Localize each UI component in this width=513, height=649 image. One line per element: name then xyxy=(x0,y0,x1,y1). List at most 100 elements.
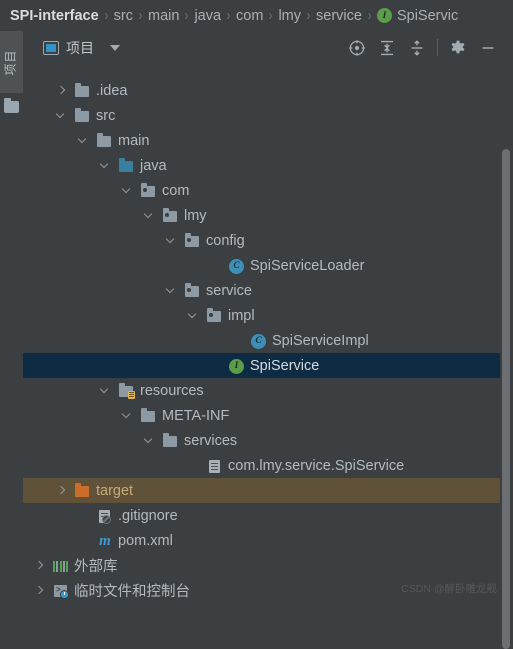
folder-icon xyxy=(74,83,91,99)
breadcrumb-item-lmy[interactable]: lmy xyxy=(278,8,301,24)
scratches-consoles-icon: > xyxy=(52,583,69,599)
expand-all-button[interactable] xyxy=(372,34,402,62)
folder-icon[interactable] xyxy=(4,98,19,113)
tree-row[interactable]: com.lmy.service.SpiService xyxy=(23,453,513,478)
chevron-down-icon[interactable] xyxy=(143,209,156,222)
breadcrumb-label: SpiServic xyxy=(396,7,459,24)
tree-row[interactable]: main xyxy=(23,128,513,153)
tree-row-label: src xyxy=(96,107,116,124)
tree-row[interactable]: META-INF xyxy=(23,403,513,428)
resource-root-folder-icon xyxy=(118,383,135,399)
toolbar-separator xyxy=(437,39,438,56)
tree-row-label: 外部库 xyxy=(74,559,118,575)
breadcrumb-item-service[interactable]: service xyxy=(316,8,362,24)
chevron-down-icon[interactable] xyxy=(99,384,112,397)
tree-row-label: resources xyxy=(140,382,204,399)
hide-button[interactable] xyxy=(473,34,503,62)
chevron-right-icon[interactable] xyxy=(33,584,46,597)
interface-icon: I xyxy=(376,8,392,23)
tree-row[interactable]: com xyxy=(23,178,513,203)
chevron-down-icon[interactable] xyxy=(121,184,134,197)
class-icon: C xyxy=(228,258,245,274)
tree-row[interactable]: .gitignore xyxy=(23,503,513,528)
class-icon: C xyxy=(250,333,267,349)
chevron-down-icon[interactable] xyxy=(77,134,90,147)
tree-row-label: SpiServiceImpl xyxy=(272,332,369,349)
tree-row-label: services xyxy=(184,432,238,449)
tree-no-toggle xyxy=(231,334,244,347)
tree-row[interactable]: C SpiServiceImpl xyxy=(23,328,513,353)
expand-all-icon xyxy=(381,40,393,55)
chevron-down-icon[interactable] xyxy=(110,44,120,51)
chevron-right-icon[interactable] xyxy=(55,484,68,497)
tool-window-tab-label: 项目 xyxy=(3,49,18,76)
tree-row[interactable]: .idea xyxy=(23,78,513,103)
tree-row-label: .idea xyxy=(96,82,128,99)
breadcrumb-label: lmy xyxy=(278,7,302,24)
chevron-down-icon[interactable] xyxy=(99,159,112,172)
tree-row[interactable]: src xyxy=(23,103,513,128)
project-view-icon xyxy=(43,40,59,55)
breadcrumb-item-java[interactable]: java xyxy=(194,8,221,24)
tree-row[interactable]: target xyxy=(23,478,513,503)
breadcrumb-label: SPI-interface xyxy=(10,7,99,24)
breadcrumb-item-main[interactable]: main xyxy=(148,8,179,24)
tree-row-label: main xyxy=(118,132,150,149)
breadcrumb-item-spi-interface[interactable]: SPI-interface xyxy=(10,8,99,24)
chevron-right-icon[interactable] xyxy=(55,84,68,97)
tree-no-toggle xyxy=(209,259,222,272)
breadcrumb-separator: › xyxy=(269,7,273,24)
chevron-down-icon[interactable] xyxy=(165,284,178,297)
folder-icon xyxy=(162,433,179,449)
tree-row[interactable]: m pom.xml xyxy=(23,528,513,553)
left-tool-strip: 项目 xyxy=(0,31,24,601)
chevron-right-icon[interactable] xyxy=(33,559,46,572)
tree-row[interactable]: impl xyxy=(23,303,513,328)
settings-button[interactable] xyxy=(443,34,473,62)
chevron-down-icon[interactable] xyxy=(143,434,156,447)
tree-row[interactable]: java xyxy=(23,153,513,178)
tree-row[interactable]: config xyxy=(23,228,513,253)
chevron-down-icon[interactable] xyxy=(55,109,68,122)
collapse-all-icon xyxy=(411,39,423,56)
maven-icon: m xyxy=(99,532,111,549)
tree-row-label: com xyxy=(162,182,190,199)
tree-row[interactable]: resources xyxy=(23,378,513,403)
tree-row-label: SpiService xyxy=(250,357,320,374)
tree-row[interactable]: service xyxy=(23,278,513,303)
breadcrumb-separator: › xyxy=(226,7,231,24)
tree-row[interactable]: 外部库 xyxy=(23,553,513,578)
breadcrumb-item-com[interactable]: com xyxy=(236,8,263,24)
external-libraries-icon xyxy=(52,558,69,574)
project-tree[interactable]: .idea src main java com lmy config C SpiServiceL… xyxy=(23,64,513,601)
tree-row[interactable]: lmy xyxy=(23,203,513,228)
folder-icon xyxy=(74,108,91,124)
tree-row-label: lmy xyxy=(184,207,207,224)
tree-row-label: config xyxy=(206,232,245,249)
breadcrumb-separator: › xyxy=(104,7,108,24)
breadcrumb-separator: › xyxy=(185,7,189,24)
breadcrumb-item-src[interactable]: src xyxy=(114,8,133,24)
tree-row[interactable]: I SpiService xyxy=(23,353,513,378)
tree-row[interactable]: C SpiServiceLoader xyxy=(23,253,513,278)
breadcrumb-label: java xyxy=(194,7,222,24)
locate-button[interactable] xyxy=(342,34,372,62)
chevron-down-icon[interactable] xyxy=(165,234,178,247)
file-icon xyxy=(206,458,223,474)
package-icon xyxy=(140,183,157,199)
breadcrumb-label: com xyxy=(236,7,264,24)
breadcrumb-item-spiservic[interactable]: I SpiServic xyxy=(376,7,459,24)
project-panel-toolbar: 项目 xyxy=(23,31,513,65)
panel-title: 项目 xyxy=(66,39,94,56)
tool-window-tab-project[interactable]: 项目 xyxy=(0,31,23,93)
chevron-down-icon[interactable] xyxy=(121,409,134,422)
breadcrumb-label: main xyxy=(148,7,180,24)
collapse-all-button[interactable] xyxy=(402,34,432,62)
tree-row[interactable]: services xyxy=(23,428,513,453)
project-tool-window: SPI-interface › src › main › java › com › lmy › serv… xyxy=(0,0,513,649)
vertical-scrollbar[interactable] xyxy=(500,64,513,649)
chevron-down-icon[interactable] xyxy=(187,309,200,322)
crosshair-icon xyxy=(349,39,365,56)
scrollbar-thumb[interactable] xyxy=(502,149,510,649)
excluded-folder-icon xyxy=(74,483,91,499)
